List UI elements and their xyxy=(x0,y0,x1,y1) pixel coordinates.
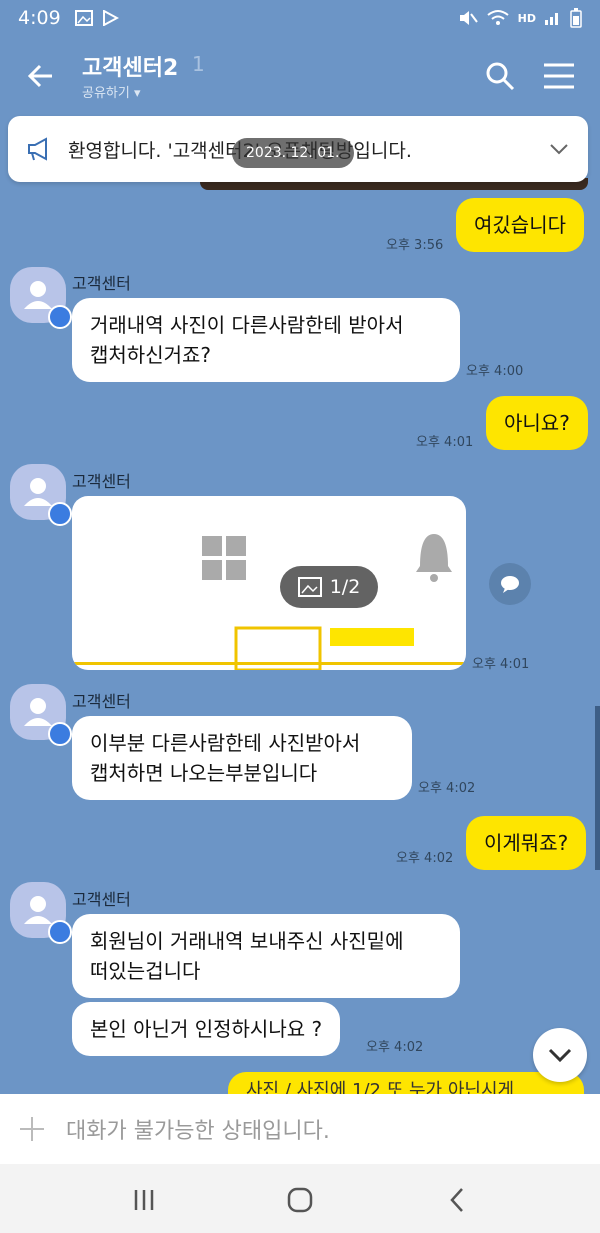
disabled-input-text: 대화가 불가능한 상태입니다. xyxy=(66,1119,330,1144)
battery-icon xyxy=(570,8,582,28)
avatar[interactable] xyxy=(10,267,72,329)
crown-badge-icon xyxy=(48,502,72,526)
image-icon xyxy=(297,577,322,597)
avatar[interactable] xyxy=(10,882,72,944)
message-time: 오후 4:00 xyxy=(466,364,524,379)
chevron-down-icon xyxy=(548,1048,572,1063)
message-line: 떠있는겁니다 xyxy=(90,959,201,983)
comment-button[interactable] xyxy=(489,563,531,605)
member-count: 1 xyxy=(192,52,205,76)
scroll-down-button[interactable] xyxy=(533,1028,587,1082)
message-time: 오후 4:02 xyxy=(396,851,454,866)
message-time: 오후 4:01 xyxy=(472,657,530,672)
their-message[interactable]: 회원님이 거래내역 보내주신 사진밑에 떠있는겁니다 xyxy=(72,914,460,998)
plus-icon[interactable] xyxy=(18,1115,46,1143)
message-time: 오후 3:56 xyxy=(386,238,444,253)
status-time: 4:09 xyxy=(18,7,61,29)
sender-name: 고객센터 xyxy=(72,692,131,711)
image-counter-text: 1/2 xyxy=(329,576,361,598)
mute-icon xyxy=(459,11,478,25)
image-counter: 1/2 xyxy=(280,566,378,608)
status-bar: 4:09 HD xyxy=(0,0,600,36)
menu-icon[interactable] xyxy=(542,62,576,90)
my-message[interactable]: 이게뭐죠? xyxy=(466,816,587,870)
sender-name: 고객센터 xyxy=(72,472,131,491)
sender-name: 고객센터 xyxy=(72,890,131,909)
status-right: HD xyxy=(458,8,582,28)
message-time: 오후 4:01 xyxy=(416,435,474,450)
speech-bubble-icon xyxy=(501,576,519,593)
network-label: HD xyxy=(517,11,536,25)
home-icon[interactable] xyxy=(286,1186,314,1214)
system-nav-bar xyxy=(0,1164,600,1233)
play-store-icon xyxy=(102,10,119,26)
wifi-icon xyxy=(487,10,509,25)
crown-badge-icon xyxy=(48,920,72,944)
their-message[interactable]: 거래내역 사진이 다른사람한테 받아서 캡처하신거죠? xyxy=(72,298,460,382)
message-input-bar: 대화가 불가능한 상태입니다. xyxy=(0,1094,600,1164)
gallery-icon xyxy=(74,10,93,26)
megaphone-icon xyxy=(28,137,47,161)
search-icon[interactable] xyxy=(484,60,516,92)
back-arrow-icon[interactable] xyxy=(22,58,58,94)
back-icon[interactable] xyxy=(444,1186,472,1214)
crown-badge-icon xyxy=(48,722,72,746)
message-line: 회원님이 거래내역 보내주신 사진밑에 xyxy=(90,929,404,953)
message-line: 이부분 다른사람한테 사진받아서 xyxy=(90,731,361,755)
crown-badge-icon xyxy=(48,305,72,329)
recent-apps-icon[interactable] xyxy=(130,1186,158,1214)
my-message[interactable]: 아니요? xyxy=(486,396,588,450)
chat-header: 고객센터2 1 공유하기 ▾ xyxy=(0,36,600,116)
scrollbar[interactable] xyxy=(595,706,600,870)
share-button[interactable]: 공유하기 ▾ xyxy=(82,82,141,101)
avatar[interactable] xyxy=(10,464,72,526)
message-line: 거래내역 사진이 다른사람한테 받아서 xyxy=(90,313,404,337)
message-time: 오후 4:02 xyxy=(418,781,476,796)
room-title: 고객센터2 xyxy=(82,56,179,81)
avatar[interactable] xyxy=(10,684,72,746)
message-line: 캡처하신거죠? xyxy=(90,343,212,367)
message-time: 오후 4:02 xyxy=(366,1040,424,1055)
image-message[interactable]: 1/2 xyxy=(72,496,466,670)
my-message[interactable]: 여깄습니다 xyxy=(456,198,584,252)
their-message[interactable]: 본인 아닌거 인정하시나요 ? xyxy=(72,1002,341,1056)
message-line: 캡처하면 나오는부분입니다 xyxy=(90,761,318,785)
their-message[interactable]: 이부분 다른사람한테 사진받아서 캡처하면 나오는부분입니다 xyxy=(72,716,412,800)
date-divider: 2023. 12. 01. xyxy=(232,138,354,168)
screenshot-preview xyxy=(72,534,466,670)
share-label: 공유하기 xyxy=(82,86,130,101)
chevron-down-icon[interactable] xyxy=(548,138,570,160)
sender-name: 고객센터 xyxy=(72,274,131,293)
signal-icon xyxy=(545,13,558,25)
